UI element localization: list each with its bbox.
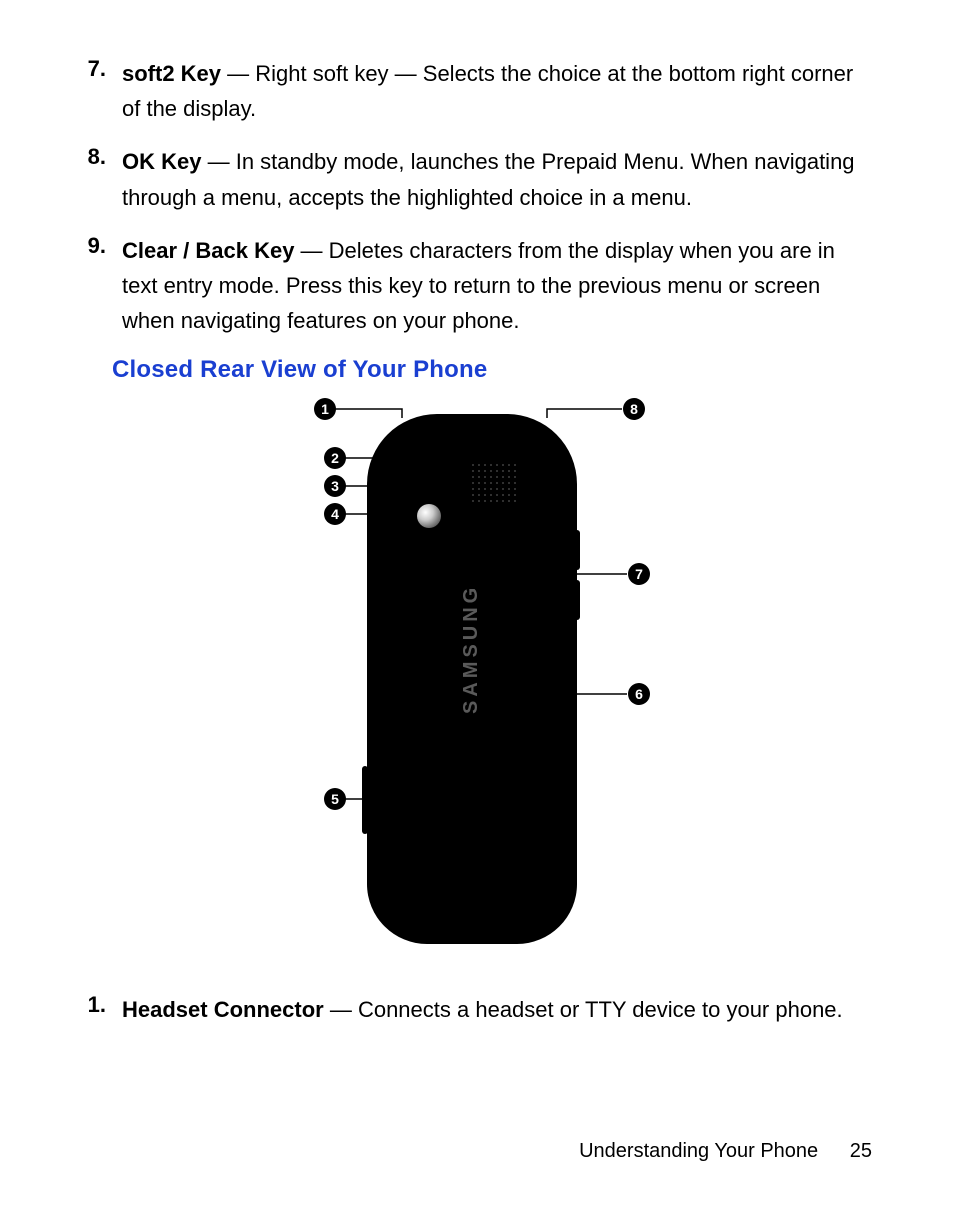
footer-page-number: 25 — [850, 1140, 872, 1162]
phone-diagram: SAMSUNG 1 2 3 4 5 6 7 8 — [182, 394, 762, 964]
item-desc: — In standby mode, launches the Prepaid … — [122, 149, 855, 209]
list-item: 1. Headset Connector — Connects a headse… — [80, 992, 874, 1027]
footer-section: Understanding Your Phone — [579, 1140, 818, 1162]
item-number: 7. — [80, 56, 122, 126]
item-term: OK Key — [122, 149, 201, 174]
top-list: 7. soft2 Key — Right soft key — Selects … — [80, 56, 874, 338]
brand-label: SAMSUNG — [460, 584, 483, 714]
side-button-icon — [362, 766, 368, 834]
item-term: Clear / Back Key — [122, 238, 294, 263]
side-button-icon — [574, 530, 580, 570]
item-body: soft2 Key — Right soft key — Selects the… — [122, 56, 874, 126]
item-number: 1. — [80, 992, 122, 1027]
speaker-grille-icon — [470, 462, 518, 506]
list-item: 9. Clear / Back Key — Deletes characters… — [80, 233, 874, 339]
section-heading: Closed Rear View of Your Phone — [112, 356, 874, 384]
item-term: soft2 Key — [122, 61, 221, 86]
item-term: Headset Connector — [122, 997, 324, 1022]
item-body: Headset Connector — Connects a headset o… — [122, 992, 843, 1027]
list-item: 7. soft2 Key — Right soft key — Selects … — [80, 56, 874, 126]
list-item: 8. OK Key — In standby mode, launches th… — [80, 144, 874, 214]
item-body: Clear / Back Key — Deletes characters fr… — [122, 233, 874, 339]
bottom-list: 1. Headset Connector — Connects a headse… — [80, 992, 874, 1027]
side-button-icon — [574, 580, 580, 620]
page-footer: Understanding Your Phone 25 — [579, 1140, 872, 1163]
item-body: OK Key — In standby mode, launches the P… — [122, 144, 874, 214]
item-desc: — Right soft key — Selects the choice at… — [122, 61, 853, 121]
item-number: 8. — [80, 144, 122, 214]
item-desc: — Connects a headset or TTY device to yo… — [324, 997, 843, 1022]
item-number: 9. — [80, 233, 122, 339]
